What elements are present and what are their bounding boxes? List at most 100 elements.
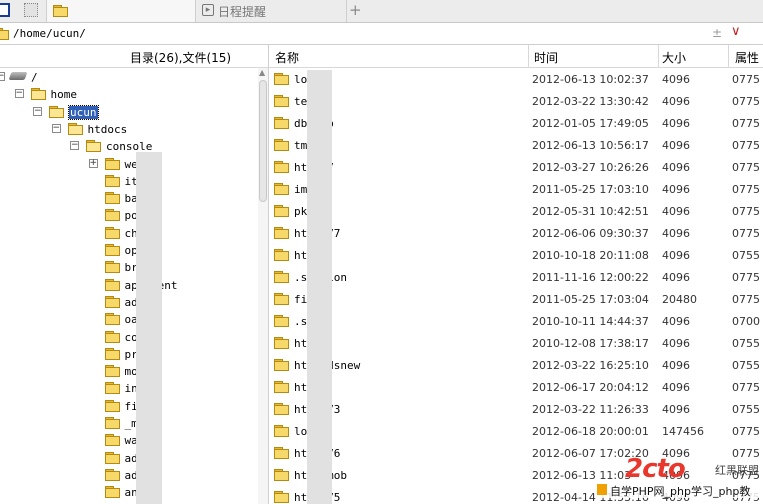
tree-node[interactable]: ad r <box>0 450 258 467</box>
folder-icon <box>274 161 289 173</box>
file-size: 4096 <box>662 227 690 240</box>
scrollbar-thumb[interactable] <box>259 80 267 202</box>
column-time[interactable]: 时间 <box>534 49 558 66</box>
file-row[interactable]: ht 22010-10-18 20:11:0840960755 <box>269 244 763 266</box>
file-time: 2012-03-22 16:25:10 <box>532 359 649 372</box>
tab-bar: ▸ 日程提醒 + <box>0 0 763 23</box>
tree-node[interactable]: op <box>0 242 258 259</box>
tree-node[interactable]: oa pt <box>0 311 258 328</box>
folder-icon <box>104 365 120 378</box>
folder-icon <box>104 244 120 256</box>
file-row[interactable]: lo 2012-06-18 20:00:01 147456 0775 <box>269 420 763 442</box>
collapse-icon[interactable]: − <box>0 72 5 81</box>
watermark-bar: 自学PHP网_php学习_php教 <box>597 482 763 498</box>
file-row[interactable]: ht 2012-06-17 20:04:12 4096 0775 <box>269 376 763 398</box>
folder-icon <box>104 313 120 326</box>
folder-open-icon <box>49 105 64 118</box>
toggle-icon[interactable]: ± <box>712 26 722 40</box>
folder-icon <box>104 278 120 291</box>
tree-node[interactable]: ba e <box>0 190 258 207</box>
collapse-icon[interactable]: − <box>33 106 42 116</box>
file-size: 4096 <box>662 205 690 218</box>
tree-node[interactable]: in <box>0 380 258 397</box>
column-divider[interactable] <box>728 45 729 67</box>
file-row[interactable]: db cup2012-01-05 17:49:0540960775 <box>269 112 763 134</box>
file-row[interactable]: im 2011-05-25 17:03:10 4096 0775 <box>269 178 763 200</box>
file-attr: 0775 <box>732 95 760 108</box>
tree-scrollbar[interactable]: ▲ <box>258 68 268 504</box>
tree-node[interactable]: wa g <box>0 432 258 449</box>
folder-icon <box>274 469 289 481</box>
file-row[interactable]: ht 12010-12-08 17:38:1740960755 <box>269 332 763 354</box>
tree-node[interactable]: po <box>0 207 258 224</box>
collapse-icon[interactable]: − <box>70 141 79 151</box>
file-name: tm <box>294 139 308 152</box>
tree-node[interactable]: − home <box>0 86 258 103</box>
tree-node[interactable]: ch l <box>0 225 258 242</box>
tree-node-label[interactable]: htdocs <box>88 123 128 136</box>
tree-node[interactable]: − ucun <box>0 104 258 121</box>
folder-icon <box>274 425 289 437</box>
column-divider[interactable] <box>658 45 659 67</box>
redaction-mask <box>136 152 162 504</box>
file-row[interactable]: fi 2011-05-25 17:03:04 20480 0775 <box>269 288 763 310</box>
tree-node-label[interactable]: / <box>31 71 38 84</box>
column-size[interactable]: 大小 <box>662 49 686 66</box>
file-row[interactable]: .s 2010-10-11 14:44:37 4096 0700 <box>269 310 763 332</box>
folder-icon <box>104 330 120 343</box>
tree-node[interactable]: − console <box>0 138 258 155</box>
tree-node[interactable]: co y <box>0 329 258 346</box>
tree-node[interactable]: br <box>0 259 258 276</box>
chevron-down-icon[interactable]: ∨ <box>731 24 741 39</box>
file-row[interactable]: pk 2012-05-31 10:42:51 4096 0775 <box>269 200 763 222</box>
tree-node[interactable]: ad <box>0 294 258 311</box>
file-row[interactable]: .s rsion2011-11-16 12:00:2240960775 <box>269 266 763 288</box>
file-size: 4096 <box>662 315 690 328</box>
expand-icon[interactable]: + <box>88 158 98 168</box>
tree-node[interactable]: ap tment <box>0 277 258 294</box>
file-row[interactable]: lo 2012-06-13 10:02:37 4096 0775 <box>269 68 763 90</box>
file-time: 2012-06-17 20:04:12 <box>532 381 649 394</box>
column-attr[interactable]: 属性 <box>735 49 759 66</box>
tree-node[interactable]: + we <box>0 156 258 173</box>
address-bar[interactable]: /home/ucun/ ± ∨ <box>0 23 763 45</box>
tree-node[interactable]: fi e <box>0 398 258 415</box>
file-row[interactable]: ht _adsnew 2012-03-22 16:25:10 4096 0755 <box>269 354 763 376</box>
file-row[interactable]: ht _v772012-06-06 09:30:3740960775 <box>269 222 763 244</box>
file-time: 2012-01-05 17:49:05 <box>532 117 649 130</box>
panel-toggle-icon[interactable] <box>24 3 38 17</box>
tree-node-label[interactable]: home <box>51 88 78 101</box>
tab-file-manager[interactable] <box>46 0 196 22</box>
file-row[interactable]: te 2012-03-22 13:30:42 4096 0775 <box>269 90 763 112</box>
tree-node[interactable]: pr t <box>0 346 258 363</box>
file-row[interactable]: ht _v72012-03-27 10:26:2640960775 <box>269 156 763 178</box>
tree-node[interactable]: _m <box>0 415 258 432</box>
file-row[interactable]: ht _v732012-03-22 11:26:3340960755 <box>269 398 763 420</box>
file-attr: 0775 <box>732 117 760 130</box>
tree-node[interactable]: ad <box>0 467 258 484</box>
scroll-up-icon[interactable]: ▲ <box>259 68 265 77</box>
file-row[interactable]: tm 2012-06-13 10:56:17 4096 0775 <box>269 134 763 156</box>
collapse-icon[interactable]: − <box>14 89 24 99</box>
column-divider[interactable] <box>528 45 529 67</box>
file-attr: 0775 <box>732 271 760 284</box>
tree-node[interactable]: − htdocs <box>0 121 258 138</box>
collapse-icon[interactable]: − <box>51 123 61 133</box>
address-path[interactable]: /home/ucun/ <box>13 27 86 40</box>
tab-schedule-reminder[interactable]: ▸ 日程提醒 <box>196 0 347 22</box>
window-icon[interactable] <box>0 3 10 17</box>
drive-icon <box>8 72 28 80</box>
tree-node[interactable]: it ak <box>0 173 258 190</box>
file-size: 4096 <box>662 161 690 174</box>
add-tab-button[interactable]: + <box>349 1 362 19</box>
file-attr: 0775 <box>732 227 760 240</box>
folder-icon <box>274 271 289 283</box>
directory-tree: −/−home−ucun−htdocs−console+weit akba ep… <box>0 68 258 504</box>
tree-node[interactable]: − / <box>0 69 258 86</box>
tree-node[interactable]: mo r <box>0 363 258 380</box>
tree-node[interactable]: an is <box>0 484 258 501</box>
watermark-text: 自学PHP网_php学习_php教 <box>610 485 751 498</box>
tree-node-label[interactable]: ucun <box>68 104 99 120</box>
folder-icon <box>274 73 289 85</box>
column-name[interactable]: 名称 <box>275 49 299 66</box>
